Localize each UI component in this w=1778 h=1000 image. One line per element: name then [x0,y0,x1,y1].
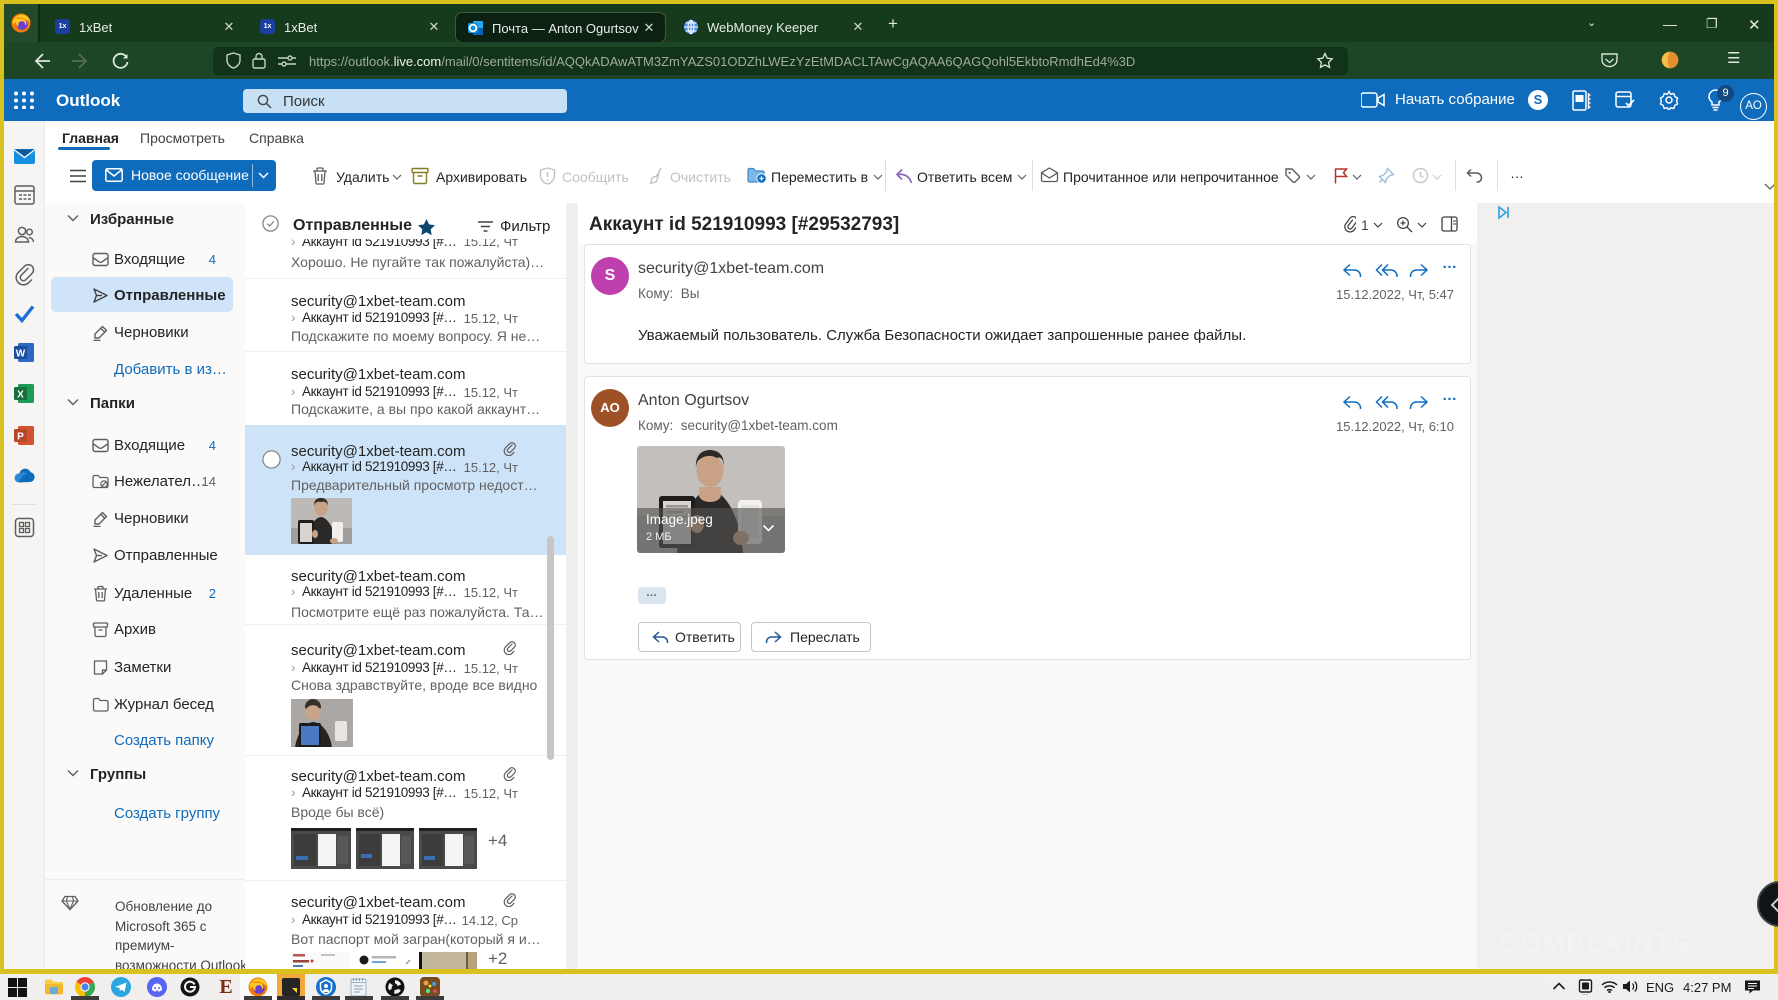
svg-text:P: P [17,432,24,443]
svg-text:X: X [17,390,24,401]
svg-text:W: W [16,349,26,360]
